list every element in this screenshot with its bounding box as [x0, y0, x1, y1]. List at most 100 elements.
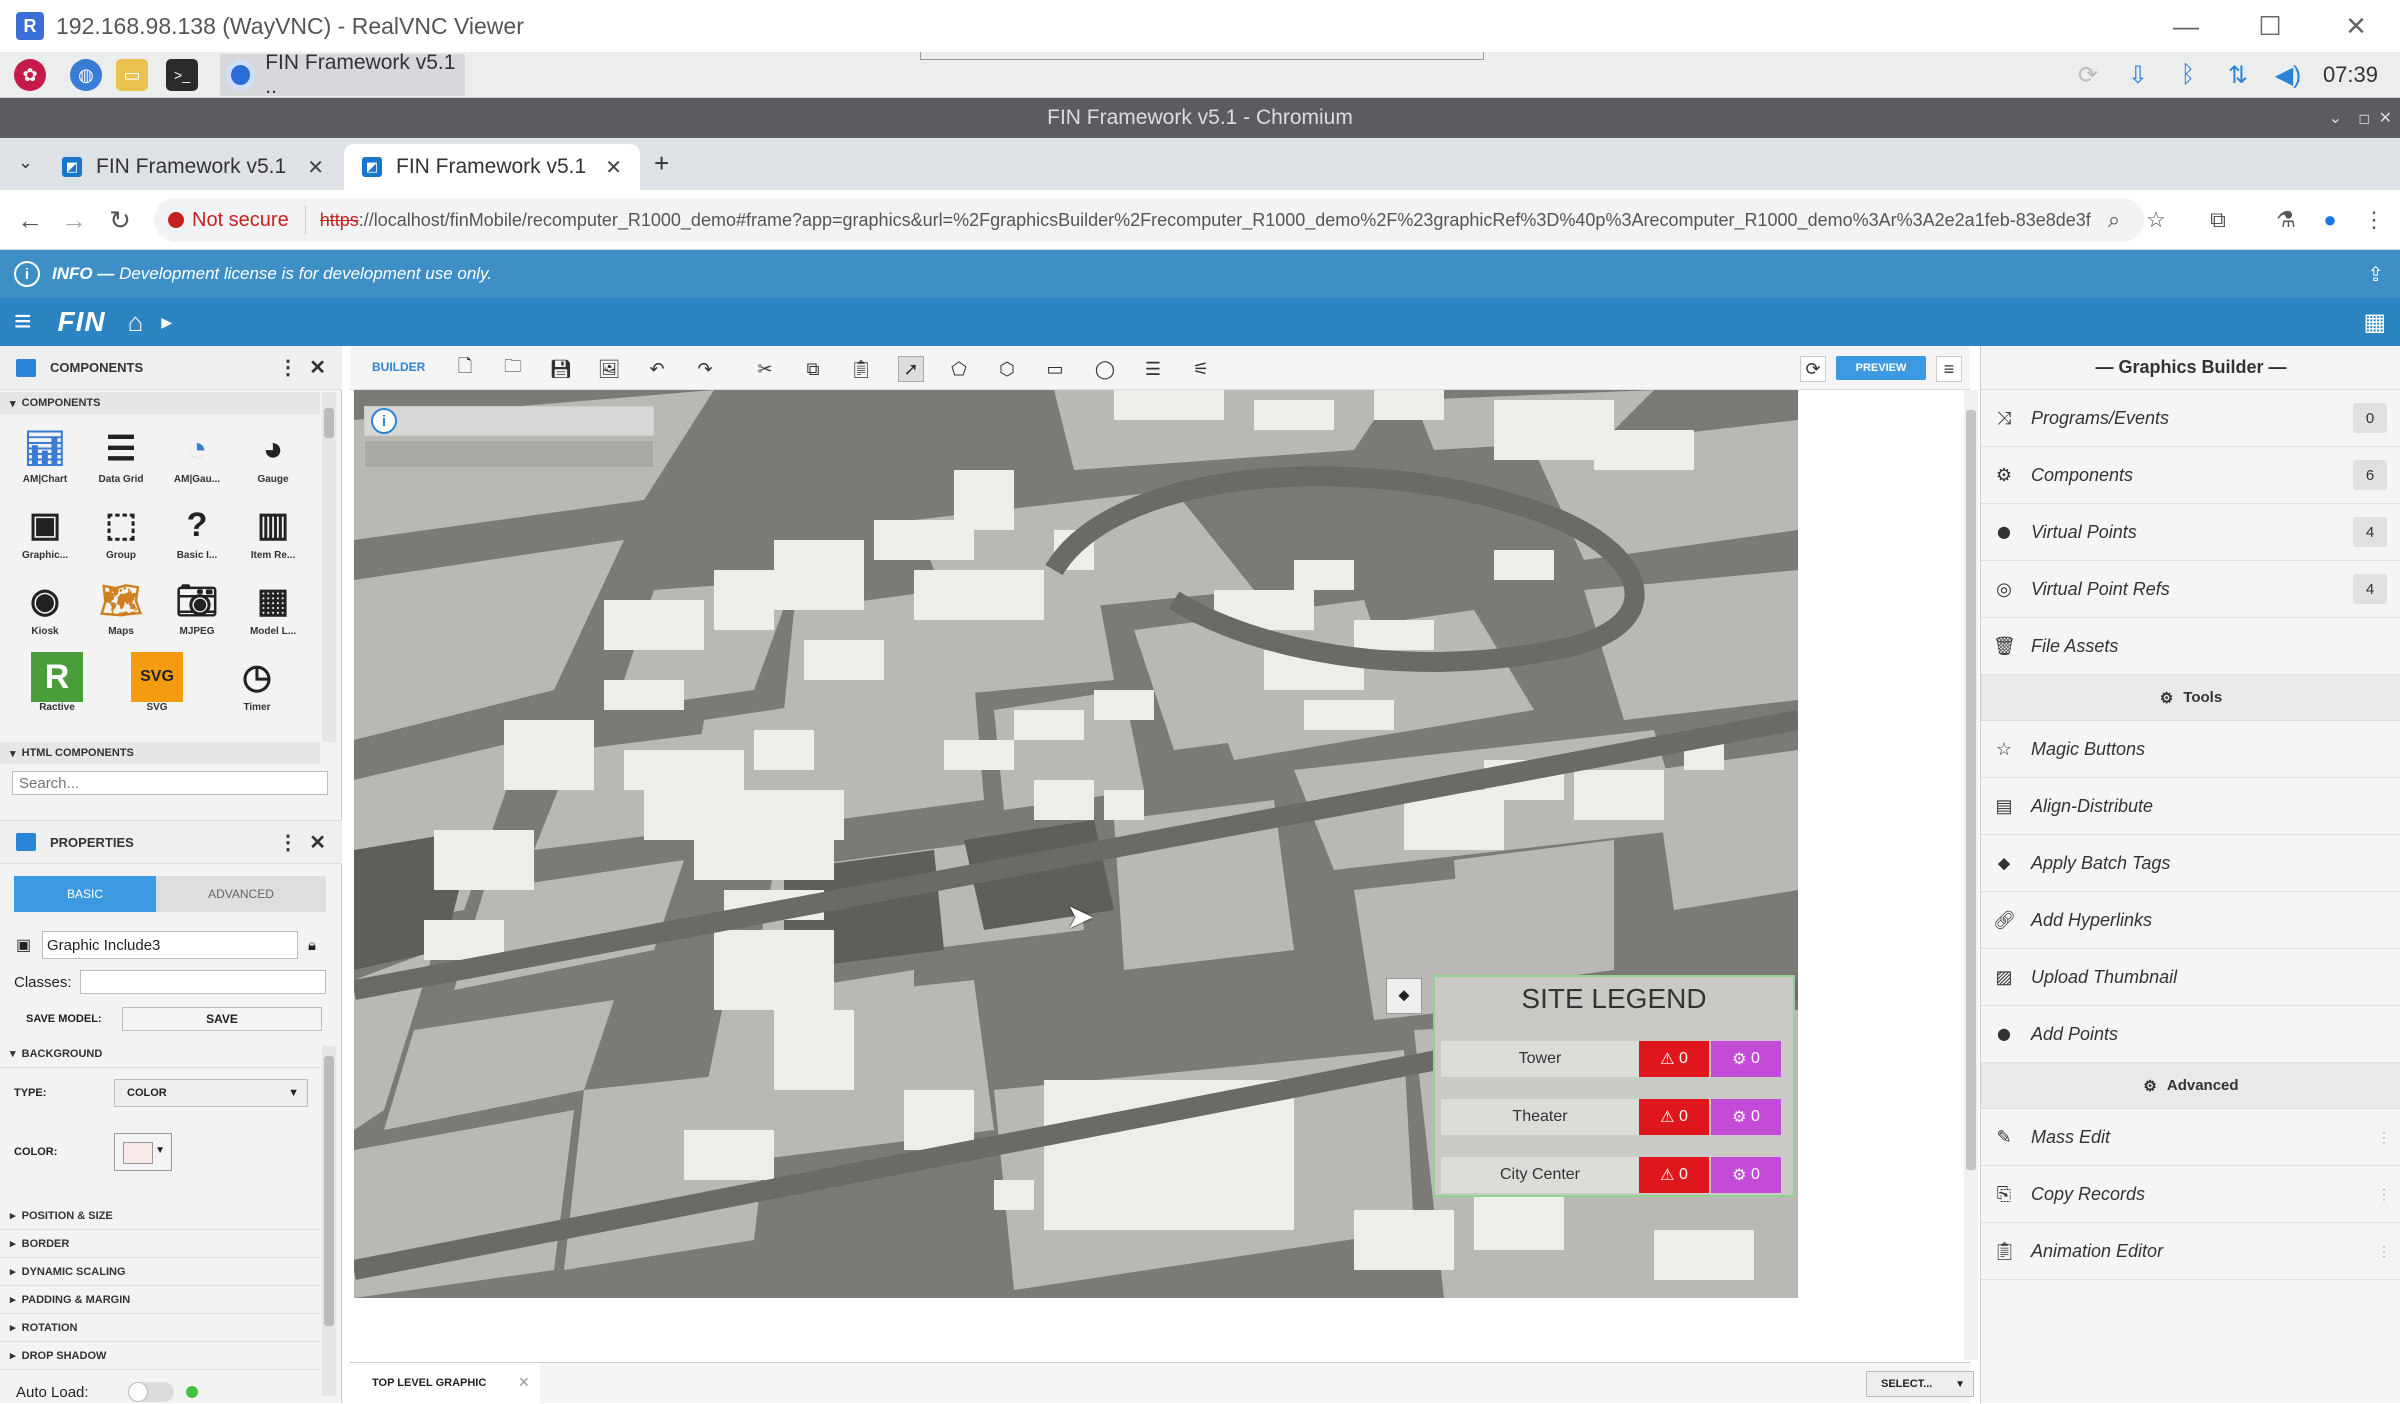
tab-basic[interactable]: BASIC [14, 876, 156, 912]
info-overlay[interactable]: i [364, 406, 654, 436]
menu-kebab-icon[interactable]: ⋮ [2360, 206, 2388, 234]
refresh-icon[interactable]: ⟳ [1800, 356, 1826, 382]
legend-site-name[interactable]: Theater [1441, 1099, 1639, 1135]
tab-fin-1[interactable]: ◩ FIN Framework v5.1 ✕ [44, 144, 342, 190]
download-icon[interactable]: ⇩ [2123, 60, 2153, 90]
components-search-input[interactable] [12, 771, 328, 795]
tab-advanced[interactable]: ADVANCED [156, 876, 326, 912]
legend-alarm-count[interactable]: ⚠ 0 [1639, 1157, 1709, 1193]
properties-scrollbar[interactable] [322, 1046, 336, 1396]
circle-icon[interactable]: ◯ [1092, 356, 1118, 382]
browser-globe-icon[interactable]: ◍ [70, 59, 102, 91]
component-tile[interactable]: ▥ Item Re... [236, 500, 310, 574]
profile-avatar-icon[interactable]: ● [2316, 206, 2344, 234]
back-icon[interactable]: ← [14, 204, 46, 236]
layers-icon[interactable]: ☰ [1140, 356, 1166, 382]
sync-icon[interactable]: ⟳ [2073, 60, 2103, 90]
not-secure-indicator[interactable]: Not secure [168, 205, 306, 235]
reload-icon[interactable]: ↻ [104, 204, 136, 236]
type-select[interactable]: COLOR ▼ [114, 1079, 308, 1107]
builder-item[interactable]: ⬤ Virtual Points 4 [1981, 504, 2400, 561]
property-section-toggle[interactable]: ▸ DROP SHADOW [0, 1342, 320, 1370]
legend-row[interactable]: City Center ⚠ 0 ⚙ 0 [1441, 1157, 1789, 1193]
drag-handle-icon[interactable]: ⋮ [2377, 1243, 2391, 1260]
component-tile[interactable]: ? Basic I... [160, 500, 234, 574]
legend-maintenance-count[interactable]: ⚙ 0 [1711, 1157, 1781, 1193]
builder-item[interactable]: ⬥ Apply Batch Tags [1981, 835, 2400, 892]
chromium-taskbar-button[interactable]: FIN Framework v5.1 .. [220, 51, 465, 98]
transform-icon[interactable]: ⬠ [946, 356, 972, 382]
rectangle-icon[interactable]: ▭ [1042, 356, 1068, 382]
builder-item[interactable]: ⚙ Components 6 [1981, 447, 2400, 504]
close-icon[interactable]: ✕ [309, 355, 326, 380]
component-tile[interactable]: ▣ Graphic... [8, 500, 82, 574]
save-button[interactable]: SAVE [122, 1007, 322, 1031]
property-section-toggle[interactable]: ▸ DYNAMIC SCALING [0, 1258, 320, 1286]
color-picker[interactable]: ▼ [114, 1133, 172, 1171]
builder-item[interactable]: ▤ Align-Distribute [1981, 778, 2400, 835]
url-text[interactable]: https://localhost/finMobile/recomputer_R… [320, 210, 2091, 231]
components-section-toggle[interactable]: ▾ COMPONENTS [0, 392, 320, 414]
component-tile[interactable]: ☰ Data Grid [84, 424, 158, 498]
breadcrumb-caret-icon[interactable]: ▶ [161, 314, 172, 331]
close-icon[interactable]: ✕ [309, 830, 326, 855]
builder-item[interactable]: ⬤ Add Points [1981, 1006, 2400, 1063]
builder-item[interactable]: ☆ Magic Buttons [1981, 721, 2400, 778]
builder-item[interactable]: 🔗︎ Add Hyperlinks [1981, 892, 2400, 949]
tab-search-chevron-icon[interactable]: ⌄ [18, 152, 33, 173]
share-icon[interactable]: ⇪ [2367, 262, 2384, 287]
volume-icon[interactable]: ◀) [2273, 60, 2303, 90]
legend-site-name[interactable]: City Center [1441, 1157, 1639, 1193]
open-folder-icon[interactable]: 🗀 [500, 356, 526, 382]
legend-alarm-count[interactable]: ⚠ 0 [1639, 1099, 1709, 1135]
classes-input[interactable] [80, 970, 326, 994]
component-tile[interactable]: ◉ Kiosk [8, 576, 82, 650]
legend-row[interactable]: Tower ⚠ 0 ⚙ 0 [1441, 1041, 1789, 1077]
component-tile[interactable]: ⬚ Group [84, 500, 158, 574]
kebab-icon[interactable]: ⋮ [278, 355, 298, 380]
polygon-icon[interactable]: ⬡ [994, 356, 1020, 382]
preview-button[interactable]: PREVIEW [1836, 356, 1926, 380]
apps-grid-icon[interactable]: ▦ [2363, 308, 2386, 337]
property-section-toggle[interactable]: ▸ ROTATION [0, 1314, 320, 1342]
select-pointer-icon[interactable]: ➚ [898, 356, 924, 382]
tab-close-icon[interactable]: ✕ [605, 155, 622, 180]
file-manager-icon[interactable]: ▭ [116, 59, 148, 91]
component-tile[interactable]: 📊︎ AM|Chart [8, 424, 82, 498]
new-tab-icon[interactable]: + [654, 148, 669, 179]
new-file-icon[interactable]: 🗋 [452, 356, 478, 382]
maximize-icon[interactable]: ☐ [2252, 8, 2288, 44]
cut-icon[interactable]: ✂ [752, 356, 778, 382]
copy-icon[interactable]: ⧉ [800, 356, 826, 382]
legend-maintenance-count[interactable]: ⚙ 0 [1711, 1099, 1781, 1135]
terminal-icon[interactable]: >_ [166, 59, 198, 91]
builder-item[interactable]: 🗑︎ File Assets [1981, 618, 2400, 675]
builder-item[interactable]: ✎ Mass Edit ⋮ [1981, 1109, 2400, 1166]
raspberry-menu-icon[interactable]: ✿ [14, 59, 46, 91]
components-scrollbar[interactable] [322, 392, 336, 742]
chevron-down-icon[interactable]: ⌄ [2329, 108, 2342, 128]
tab-close-icon[interactable]: ✕ [518, 1374, 530, 1391]
lock-icon[interactable]: 🔒︎ [308, 937, 316, 954]
component-tile[interactable]: 🗺︎ Maps [84, 576, 158, 650]
property-section-toggle[interactable]: ▸ POSITION & SIZE [0, 1202, 320, 1230]
builder-item[interactable]: ◎ Virtual Point Refs 4 [1981, 561, 2400, 618]
kebab-icon[interactable]: ⋮ [278, 830, 298, 855]
tab-top-level-graphic[interactable]: TOP LEVEL GRAPHIC [350, 1363, 540, 1403]
sliders-icon[interactable]: ⚟ [1188, 356, 1214, 382]
property-section-toggle[interactable]: ▸ PADDING & MARGIN [0, 1286, 320, 1314]
component-tile[interactable]: 📷︎ MJPEG [160, 576, 234, 650]
url-box[interactable]: Not secure https://localhost/finMobile/r… [154, 198, 2144, 242]
html-components-section-toggle[interactable]: ▾ HTML COMPONENTS [0, 742, 320, 764]
property-section-toggle[interactable]: ▸ BORDER [0, 1230, 320, 1258]
component-tile[interactable]: SVG SVG [120, 652, 194, 726]
save-icon[interactable]: 💾︎ [548, 356, 574, 382]
select-dropdown[interactable]: SELECT... ▼ [1866, 1371, 1974, 1397]
lab-flask-icon[interactable]: ⚗ [2272, 206, 2300, 234]
legend-row[interactable]: Theater ⚠ 0 ⚙ 0 [1441, 1099, 1789, 1135]
legend-maintenance-count[interactable]: ⚙ 0 [1711, 1041, 1781, 1077]
builder-item[interactable]: ⤨ Programs/Events 0 [1981, 390, 2400, 447]
bookmark-star-icon[interactable]: ☆ [2142, 206, 2170, 234]
drag-handle-icon[interactable]: ⋮ [2377, 1186, 2391, 1203]
builder-item[interactable]: ▨ Upload Thumbnail [1981, 949, 2400, 1006]
